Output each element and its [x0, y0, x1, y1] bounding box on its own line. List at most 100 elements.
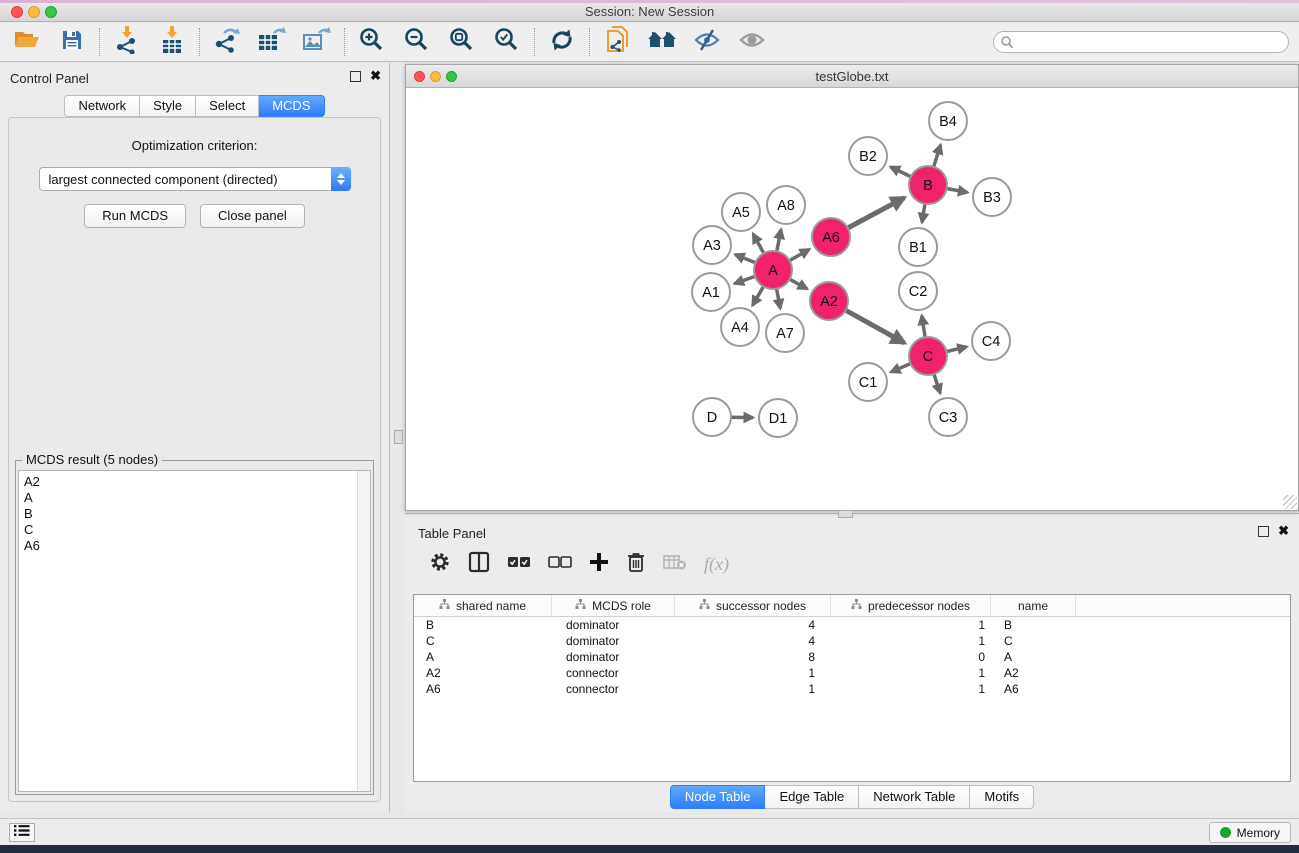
delete-table-button-disabled[interactable] [663, 553, 687, 576]
tab-style[interactable]: Style [140, 95, 196, 117]
graph-node-C2[interactable]: C2 [899, 272, 937, 310]
result-list-item[interactable]: C [19, 522, 370, 538]
show-all-button[interactable] [737, 27, 767, 57]
close-panel-icon[interactable]: ✖ [1278, 524, 1289, 538]
search-input[interactable] [993, 31, 1289, 53]
home-networks-button[interactable] [647, 27, 677, 57]
table-cell[interactable]: 1 [675, 665, 831, 681]
table-cell[interactable]: dominator [552, 649, 675, 665]
column-header-successor-nodes[interactable]: successor nodes [675, 595, 831, 616]
table-cell[interactable]: A6 [414, 681, 552, 697]
import-table-button[interactable] [157, 27, 187, 57]
zoom-in-button[interactable] [357, 27, 387, 57]
graph-node-C4[interactable]: C4 [972, 322, 1010, 360]
result-scrollbar[interactable] [357, 471, 370, 791]
window-resize-grip[interactable] [1283, 495, 1297, 509]
delete-column-button[interactable] [626, 551, 646, 578]
table-cell[interactable]: A [991, 649, 1076, 665]
horizontal-divider-grip[interactable] [838, 510, 853, 518]
create-column-button[interactable] [589, 552, 609, 577]
close-panel-button[interactable]: Close panel [200, 204, 305, 228]
panel-divider-grip[interactable] [394, 430, 403, 444]
zoom-fit-button[interactable] [447, 27, 477, 57]
result-list-item[interactable]: A6 [19, 538, 370, 554]
table-cell[interactable]: 1 [831, 681, 991, 697]
table-cell[interactable]: 1 [831, 633, 991, 649]
graph-node-A4[interactable]: A4 [721, 308, 759, 346]
float-panel-icon[interactable] [350, 71, 361, 82]
hide-selected-button[interactable] [692, 27, 722, 57]
table-cell[interactable]: 1 [831, 665, 991, 681]
column-header-shared-name[interactable]: shared name [414, 595, 552, 616]
graph-node-D[interactable]: D [693, 398, 731, 436]
export-table-button[interactable] [257, 27, 287, 57]
graph-node-B2[interactable]: B2 [849, 137, 887, 175]
export-network-button[interactable] [212, 27, 242, 57]
table-cell[interactable]: A6 [991, 681, 1076, 697]
table-cell[interactable]: 0 [831, 649, 991, 665]
graph-node-A2[interactable]: A2 [810, 282, 848, 320]
zoom-out-button[interactable] [402, 27, 432, 57]
table-cell[interactable]: connector [552, 665, 675, 681]
table-cell[interactable]: 4 [675, 633, 831, 649]
table-cell[interactable]: dominator [552, 617, 675, 633]
table-cell[interactable]: 8 [675, 649, 831, 665]
function-builder-button-disabled[interactable]: f(x) [704, 554, 729, 575]
tab-network[interactable]: Network [64, 95, 140, 117]
graph-node-A7[interactable]: A7 [766, 314, 804, 352]
table-cell[interactable]: dominator [552, 633, 675, 649]
table-cell[interactable]: 4 [675, 617, 831, 633]
tab-network-table[interactable]: Network Table [859, 785, 970, 809]
tab-motifs[interactable]: Motifs [970, 785, 1034, 809]
import-network-button[interactable] [112, 27, 142, 57]
graph-node-A6[interactable]: A6 [812, 218, 850, 256]
graph-node-A[interactable]: A [754, 251, 792, 289]
network-window-titlebar[interactable]: testGlobe.txt [406, 65, 1298, 88]
unselect-all-columns-button[interactable] [548, 555, 572, 573]
network-canvas[interactable]: ABCA2A6A1A3A4A5A7A8B1B2B3B4C1C2C3C4DD1 [406, 88, 1298, 510]
graph-node-B[interactable]: B [909, 166, 947, 204]
tab-edge-table[interactable]: Edge Table [765, 785, 859, 809]
table-cell[interactable]: A [414, 649, 552, 665]
graph-node-C[interactable]: C [909, 337, 947, 375]
graph-node-C3[interactable]: C3 [929, 398, 967, 436]
table-cell[interactable]: 1 [831, 617, 991, 633]
table-cell[interactable]: C [414, 633, 552, 649]
table-cell[interactable]: C [991, 633, 1076, 649]
graph-node-A5[interactable]: A5 [722, 193, 760, 231]
float-panel-icon[interactable] [1258, 526, 1269, 537]
result-list-item[interactable]: A2 [19, 471, 370, 490]
tab-node-table[interactable]: Node Table [670, 785, 766, 809]
zoom-selected-button[interactable] [492, 27, 522, 57]
criterion-select[interactable]: largest connected component (directed) [39, 167, 351, 191]
table-cell[interactable]: B [414, 617, 552, 633]
column-header-name[interactable]: name [991, 595, 1076, 616]
run-mcds-button[interactable]: Run MCDS [84, 204, 186, 228]
graph-node-B1[interactable]: B1 [899, 228, 937, 266]
result-list-item[interactable]: A [19, 490, 370, 506]
open-session-button[interactable] [12, 27, 42, 57]
graph-node-B4[interactable]: B4 [929, 102, 967, 140]
network-from-document-button[interactable] [602, 27, 632, 57]
result-list-item[interactable]: B [19, 506, 370, 522]
tab-select[interactable]: Select [196, 95, 259, 117]
table-cell[interactable]: 1 [675, 681, 831, 697]
table-cell[interactable]: B [991, 617, 1076, 633]
graph-node-A1[interactable]: A1 [692, 273, 730, 311]
show-columns-button[interactable] [468, 551, 490, 578]
apply-layout-button[interactable] [547, 27, 577, 57]
graph-node-A3[interactable]: A3 [693, 226, 731, 264]
graph-node-D1[interactable]: D1 [759, 399, 797, 437]
graph-node-C1[interactable]: C1 [849, 363, 887, 401]
save-session-button[interactable] [57, 27, 87, 57]
close-panel-icon[interactable]: ✖ [370, 69, 381, 83]
table-cell[interactable]: A2 [991, 665, 1076, 681]
task-history-button[interactable] [9, 823, 35, 842]
graph-node-A8[interactable]: A8 [767, 186, 805, 224]
tab-mcds[interactable]: MCDS [259, 95, 324, 117]
export-image-button[interactable] [302, 27, 332, 57]
select-all-columns-button[interactable] [507, 555, 531, 573]
table-cell[interactable]: A2 [414, 665, 552, 681]
column-header-predecessor-nodes[interactable]: predecessor nodes [831, 595, 991, 616]
table-cell[interactable]: connector [552, 681, 675, 697]
